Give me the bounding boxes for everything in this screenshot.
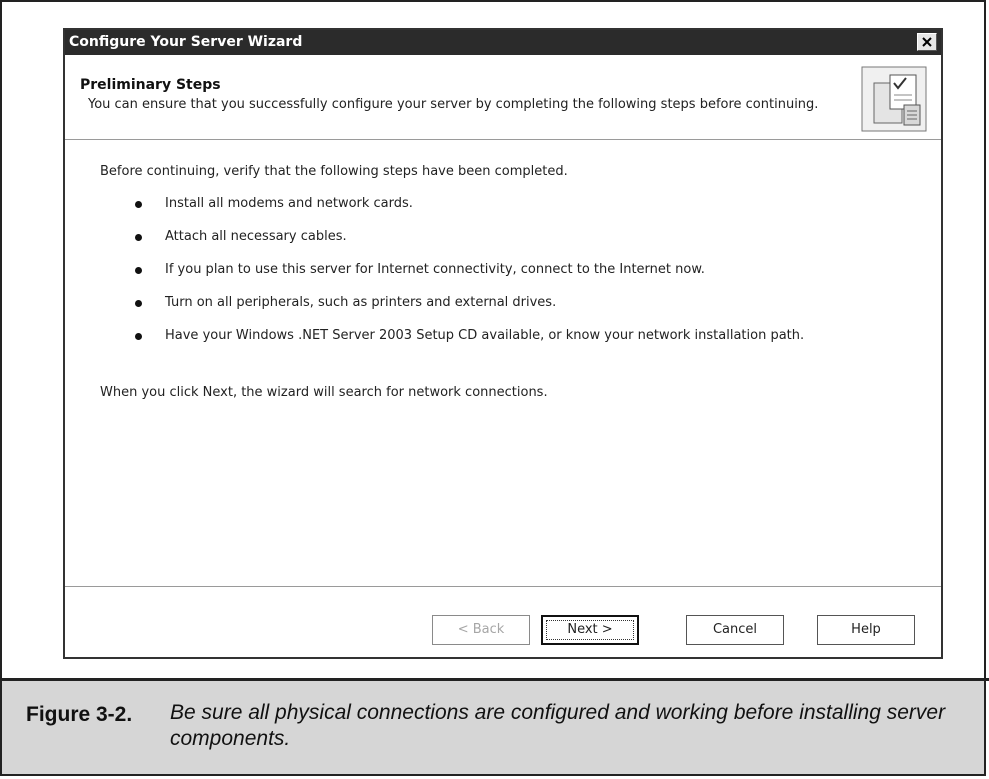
close-icon	[922, 37, 932, 47]
bullet-icon	[135, 234, 142, 241]
wizard-content: Before continuing, verify that the follo…	[65, 140, 941, 540]
step-text: Turn on all peripherals, such as printer…	[165, 295, 557, 310]
list-item: If you plan to use this server for Inter…	[125, 262, 804, 295]
bullet-icon	[135, 333, 142, 340]
header-title: Preliminary Steps	[80, 77, 221, 93]
intro-text: Before continuing, verify that the follo…	[100, 164, 568, 179]
wizard-header: Preliminary Steps You can ensure that yo…	[65, 55, 941, 140]
focus-rectangle	[546, 620, 634, 640]
step-text: If you plan to use this server for Inter…	[165, 262, 705, 277]
close-button[interactable]	[917, 33, 937, 51]
step-text: Have your Windows .NET Server 2003 Setup…	[165, 328, 805, 343]
steps-list: Install all modems and network cards. At…	[125, 196, 804, 361]
help-button[interactable]: Help	[817, 615, 915, 645]
figure-caption: Be sure all physical connections are con…	[170, 701, 946, 750]
wizard-dialog: Configure Your Server Wizard Preliminary…	[63, 28, 943, 659]
checklist-clipboard-icon	[861, 66, 927, 132]
bullet-icon	[135, 201, 142, 208]
list-item: Attach all necessary cables.	[125, 229, 804, 262]
bullet-icon	[135, 267, 142, 274]
cancel-button[interactable]: Cancel	[686, 615, 784, 645]
list-item: Have your Windows .NET Server 2003 Setup…	[125, 328, 804, 361]
step-text: Install all modems and network cards.	[165, 196, 413, 211]
window-title: Configure Your Server Wizard	[69, 34, 303, 50]
title-bar[interactable]: Configure Your Server Wizard	[65, 30, 941, 55]
footer-divider	[65, 586, 941, 588]
outro-text: When you click Next, the wizard will sea…	[100, 385, 548, 400]
back-button[interactable]: < Back	[432, 615, 530, 645]
bullet-icon	[135, 300, 142, 307]
next-button[interactable]: Next >	[541, 615, 639, 645]
header-description: You can ensure that you successfully con…	[88, 97, 819, 112]
list-item: Install all modems and network cards.	[125, 196, 804, 229]
figure-label: Figure 3-2.	[26, 703, 133, 726]
step-text: Attach all necessary cables.	[165, 229, 347, 244]
list-item: Turn on all peripherals, such as printer…	[125, 295, 804, 328]
